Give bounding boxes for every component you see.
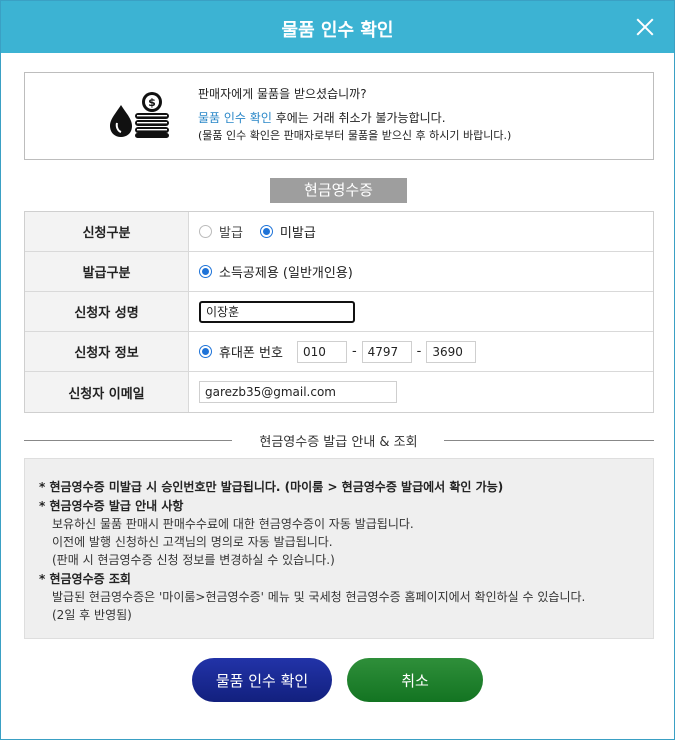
notice-box: $ 판매자에게 물품을 받으셨습니까? 물품 인수 확인 후에는 거래 취소가 … [24,72,654,160]
apply-type-label: 신청구분 [25,212,189,251]
income-deduction-option[interactable]: 소득공제용 (일반개인용) [199,262,353,281]
radio-no-issue-label: 미발급 [279,226,316,241]
applicant-info-label: 신청자 정보 [25,332,189,371]
purchase-confirm-dialog: 물품 인수 확인 $ 판매자에게 물품을 받으셨습니까? 물품 인수 확인 후에… [0,0,675,740]
applicant-info-row: 신청자 정보 휴대폰 번호 010 - 4797 - 3690 [25,332,653,372]
apply-type-row: 신청구분 발급 미발급 [25,212,653,252]
notice-note: (물품 인수 확인은 판매자로부터 물품을 받으신 후 하시기 바랍니다.) [198,129,512,142]
applicant-email-label: 신청자 이메일 [25,372,189,412]
apply-type-issue-option[interactable]: 발급 [199,222,243,241]
radio-issue[interactable] [199,225,212,238]
radio-income-deduction-label: 소득공제용 (일반개인용) [219,266,353,281]
applicant-email-row: 신청자 이메일 garezb35@gmail.com [25,372,653,412]
notice-question: 판매자에게 물품을 받으셨습니까? [198,87,367,101]
confirm-receipt-button[interactable]: 물품 인수 확인 [192,658,332,702]
cash-receipt-section-title: 현금영수증 [270,178,407,203]
phone-part3-input[interactable]: 3690 [426,340,477,363]
applicant-name-value: 이장훈 [199,292,355,331]
phone-part2-input[interactable]: 4797 [361,340,412,363]
radio-mobile-phone[interactable] [199,345,212,358]
phone-dash-1: - [351,344,357,359]
issue-type-label: 발급구분 [25,252,189,291]
svg-text:$: $ [148,96,156,109]
divider-line-right [444,440,654,441]
phone-part1-input[interactable]: 010 [296,340,347,363]
guide-heading: * 현금영수증 조회 [39,572,131,586]
issue-type-row: 발급구분 소득공제용 (일반개인용) [25,252,653,292]
notice-warning: 물품 인수 확인 후에는 거래 취소가 불가능합니다. [198,109,446,126]
guide-line: 발급된 현금영수증은 '마이룸>현금영수증' 메뉴 및 국세청 현금영수증 홈페… [52,590,586,604]
notice-highlight: 물품 인수 확인 [198,111,272,125]
cash-receipt-form: 신청구분 발급 미발급 발급구분 소득공제용 (일반개인용) 신청자 성명 이장… [24,211,654,413]
radio-issue-label: 발급 [219,226,243,241]
applicant-name-row: 신청자 성명 이장훈 [25,292,653,332]
applicant-email-value: garezb35@gmail.com [199,372,397,412]
mobile-phone-option[interactable]: 휴대폰 번호 [199,342,283,361]
guide-line: 이전에 발행 신청하신 고객님의 명의로 자동 발급됩니다. [52,535,333,549]
close-icon[interactable] [636,18,654,36]
applicant-name-label: 신청자 성명 [25,292,189,331]
apply-type-no-issue-option[interactable]: 미발급 [259,222,316,241]
radio-income-deduction[interactable] [199,265,212,278]
dialog-title: 물품 인수 확인 [281,20,394,41]
guide-line: (판매 시 현금영수증 신청 정보를 변경하실 수 있습니다.) [52,553,335,567]
radio-no-issue[interactable] [259,225,273,238]
notice-warning-rest: 후에는 거래 취소가 불가능합니다. [271,111,446,125]
issue-type-options: 소득공제용 (일반개인용) [199,252,370,291]
money-coins-icon: $ [110,92,169,138]
applicant-info-value: 휴대폰 번호 010 - 4797 - 3690 [199,332,477,371]
guide-line: 보유하신 물품 판매시 판매수수료에 대한 현금영수증이 자동 발급됩니다. [52,517,414,531]
applicant-email-input[interactable]: garezb35@gmail.com [199,381,397,403]
radio-mobile-phone-label: 휴대폰 번호 [219,346,283,361]
guide-line: * 현금영수증 미발급 시 승인번호만 발급됩니다. (마이룸 > 현금영수증 … [39,480,504,494]
apply-type-options: 발급 미발급 [199,212,333,251]
phone-dash-2: - [416,344,422,359]
guide-info-box: * 현금영수증 미발급 시 승인번호만 발급됩니다. (마이룸 > 현금영수증 … [24,458,654,639]
guide-line: (2일 후 반영됨) [52,608,132,622]
guide-heading: * 현금영수증 발급 안내 사항 [39,499,184,513]
dialog-titlebar: 물품 인수 확인 [1,1,674,53]
applicant-name-input[interactable]: 이장훈 [199,300,355,323]
cancel-button[interactable]: 취소 [347,658,483,702]
